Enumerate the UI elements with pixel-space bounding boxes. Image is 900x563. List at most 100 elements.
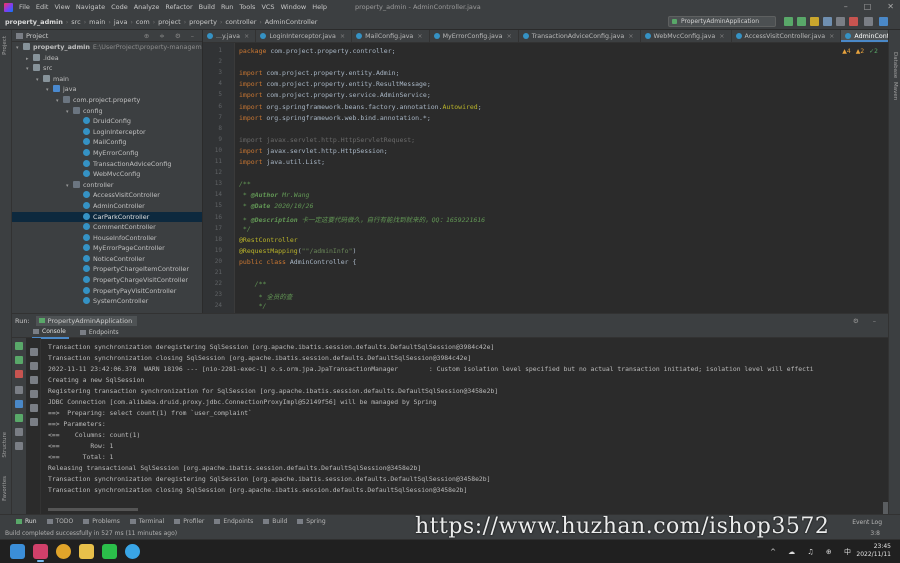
project-tree-item[interactable]: CarParkController: [12, 211, 202, 223]
code-line[interactable]: package com.project.property.controller;: [239, 47, 396, 55]
project-tree-item[interactable]: NoticeController: [12, 254, 202, 265]
close-tab-icon[interactable]: ×: [628, 33, 633, 40]
minimize-button[interactable]: –: [844, 2, 848, 11]
inspection-widget[interactable]: ▲4 ▲2 ✓2: [842, 48, 878, 55]
project-panel-tools[interactable]: ⊕ ≑ ⚙ –: [144, 32, 198, 40]
code-line[interactable]: /**: [239, 280, 267, 288]
code-line[interactable]: */: [239, 302, 267, 310]
system-tray[interactable]: ^ ☁ ♫ ⊕ 中: [770, 547, 856, 557]
menu-item-view[interactable]: View: [54, 3, 69, 11]
caret-position[interactable]: 3:8: [870, 528, 880, 539]
run-tab[interactable]: PropertyAdminApplication: [35, 315, 138, 326]
search-everywhere-icon[interactable]: [879, 17, 888, 26]
code-area[interactable]: package com.project.property.controller;…: [239, 43, 876, 313]
editor-tab[interactable]: WebMvcConfig.java ×: [641, 30, 732, 42]
warnings-count[interactable]: ▲4: [842, 48, 850, 55]
editor-tab[interactable]: AdminController.java×: [841, 30, 888, 42]
exit-icon[interactable]: [15, 428, 23, 436]
console-horizontal-scrollbar[interactable]: [48, 508, 878, 512]
file-explorer-icon[interactable]: [79, 544, 94, 559]
menu-item-code[interactable]: Code: [111, 3, 128, 11]
menu-item-build[interactable]: Build: [199, 3, 215, 11]
menu-item-analyze[interactable]: Analyze: [134, 3, 160, 11]
tool-tab-endpoints[interactable]: Endpoints: [214, 518, 253, 525]
tool-tab-profiler[interactable]: Profiler: [174, 518, 204, 525]
start-icon[interactable]: [10, 544, 25, 559]
rerun-icon[interactable]: [15, 342, 23, 350]
project-tree-item[interactable]: AccessVisitController: [12, 190, 202, 201]
favorites-tool-tab[interactable]: Favorites: [2, 476, 8, 501]
editor-tab[interactable]: MyErrorConfig.java ×: [430, 30, 519, 42]
code-line[interactable]: import javax.servlet.http.HttpServletReq…: [239, 136, 415, 144]
menu-item-vcs[interactable]: VCS: [261, 3, 274, 11]
project-tree-item[interactable]: ▸ .idea: [12, 53, 202, 64]
code-line[interactable]: import com.project.property.entity.Resul…: [239, 80, 431, 88]
project-tree-item[interactable]: MyErrorConfig: [12, 148, 202, 159]
menu-item-navigate[interactable]: Navigate: [76, 3, 105, 11]
code-line[interactable]: /**: [239, 180, 251, 188]
tool-tab-spring[interactable]: Spring: [297, 518, 326, 525]
breadcrumb-item[interactable]: AdminController: [265, 18, 318, 26]
console-tab[interactable]: Console: [32, 326, 69, 339]
chrome-icon[interactable]: [56, 544, 71, 559]
weak-warnings-count[interactable]: ▲2: [856, 48, 864, 55]
code-line[interactable]: */: [239, 225, 251, 233]
menu-item-file[interactable]: File: [19, 3, 30, 11]
project-tree-item[interactable]: SystemController: [12, 296, 202, 307]
project-tree-item[interactable]: TransactionAdviceConfig: [12, 159, 202, 170]
console-vertical-scrollbar[interactable]: [883, 342, 888, 514]
qq-icon[interactable]: [125, 544, 140, 559]
tool-tab-terminal[interactable]: Terminal: [129, 518, 164, 525]
pin-icon[interactable]: [15, 442, 23, 450]
menu-item-help[interactable]: Help: [312, 3, 327, 11]
editor-tab[interactable]: LoginInterceptor.java ×: [256, 30, 353, 42]
wechat-icon[interactable]: [102, 544, 117, 559]
close-tab-icon[interactable]: ×: [340, 33, 345, 40]
breadcrumb-item[interactable]: com: [136, 18, 150, 26]
ok-count[interactable]: ✓2: [869, 48, 878, 55]
run-configuration-select[interactable]: PropertyAdminApplication: [668, 16, 776, 27]
stop-icon[interactable]: [849, 17, 858, 26]
project-tool-tab[interactable]: Project: [2, 36, 8, 55]
print-icon[interactable]: [30, 404, 38, 412]
project-tree-item[interactable]: HouseInfoController: [12, 233, 202, 244]
code-line[interactable]: * @Date 2020/10/26: [239, 202, 313, 210]
project-tree-item[interactable]: PropertyChargeItemController: [12, 264, 202, 275]
code-line[interactable]: @RestController: [239, 236, 298, 244]
code-line[interactable]: @RequestMapping(""/adminInfo"): [239, 247, 356, 255]
clear-console-icon[interactable]: [30, 418, 38, 426]
project-tree-item[interactable]: PropertyChargeVisitController: [12, 275, 202, 286]
settings-icon[interactable]: [864, 17, 873, 26]
debug-icon[interactable]: [797, 17, 806, 26]
breadcrumb-item[interactable]: controller: [225, 18, 256, 26]
menu-item-refactor[interactable]: Refactor: [165, 3, 192, 11]
up-arrow-icon[interactable]: [30, 348, 38, 356]
menu-item-run[interactable]: Run: [221, 3, 233, 11]
close-tab-icon[interactable]: ×: [829, 33, 834, 40]
layout-icon[interactable]: [15, 414, 23, 422]
close-tab-icon[interactable]: ×: [417, 33, 422, 40]
build-status-message[interactable]: Build completed successfully in 527 ms (…: [5, 530, 177, 537]
project-tree-item[interactable]: WebMvcConfig: [12, 169, 202, 180]
close-window-button[interactable]: ✕: [887, 2, 894, 11]
project-tree-item[interactable]: AdminController: [12, 201, 202, 212]
editor-tab[interactable]: ...y.java ×: [203, 30, 257, 42]
editor-tab[interactable]: MailConfig.java ×: [352, 30, 430, 42]
console-output[interactable]: Transaction synchronization deregisterin…: [48, 342, 878, 512]
project-panel-title[interactable]: Project: [26, 32, 48, 40]
tool-tab-todo[interactable]: TODO: [46, 518, 73, 525]
project-tree-item[interactable]: ▾ java: [12, 84, 202, 95]
project-tree-item[interactable]: LoginInterceptor: [12, 127, 202, 138]
down-arrow-icon[interactable]: [30, 362, 38, 370]
code-line[interactable]: import com.project.property.entity.Admin…: [239, 69, 399, 77]
code-line[interactable]: * 全员的查: [239, 291, 293, 301]
menu-item-tools[interactable]: Tools: [239, 3, 255, 11]
tool-tab-build[interactable]: Build: [263, 518, 287, 525]
breadcrumb-item[interactable]: property_admin: [5, 18, 63, 26]
breadcrumb-item[interactable]: src: [71, 18, 81, 26]
debug-rerun-icon[interactable]: [15, 356, 23, 364]
breadcrumb-item[interactable]: main: [89, 18, 105, 26]
scroll-to-end-icon[interactable]: [30, 390, 38, 398]
camera-icon[interactable]: [15, 386, 23, 394]
stop-run-icon[interactable]: [15, 370, 23, 378]
